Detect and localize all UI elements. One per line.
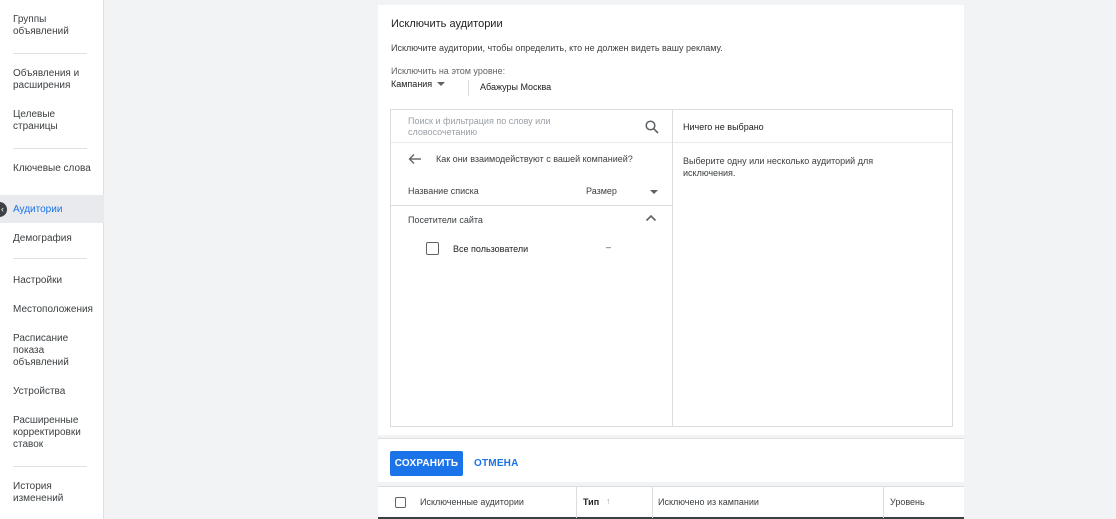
- audience-checkbox[interactable]: [426, 242, 439, 255]
- audience-browse-panel: Поиск и фильтрация по слову или словосоч…: [391, 110, 673, 426]
- column-separator: [883, 487, 884, 518]
- sidebar-item-locations[interactable]: Местоположения: [13, 304, 93, 316]
- dropdown-arrow-icon: [437, 82, 446, 86]
- sidebar-item-ad-groups[interactable]: Группы объявлений: [13, 14, 93, 38]
- card-title: Исключить аудитории: [391, 18, 503, 30]
- level-separator: [468, 80, 469, 96]
- audience-item-label: Все пользователи: [453, 244, 529, 254]
- sidebar-divider: [13, 258, 87, 259]
- card-description: Исключите аудитории, чтобы определить, к…: [391, 43, 723, 53]
- level-select-value: Кампания: [391, 79, 433, 89]
- search-icon[interactable]: [645, 120, 659, 134]
- save-button[interactable]: СОХРАНИТЬ: [390, 451, 463, 476]
- selected-audiences-panel: Ничего не выбрано Выберите одну или неск…: [673, 110, 952, 426]
- column-header-size[interactable]: Размер: [586, 186, 617, 196]
- sidebar-item-keywords[interactable]: Ключевые слова: [13, 163, 93, 175]
- sidebar-item-ads-extensions[interactable]: Объявления и расширения: [13, 68, 93, 92]
- sidebar-item-devices[interactable]: Устройства: [13, 386, 93, 398]
- back-navigation-row[interactable]: Как они взаимодействуют с вашей компание…: [391, 143, 672, 175]
- level-select[interactable]: Кампания: [391, 79, 446, 89]
- chevron-up-icon[interactable]: [645, 213, 657, 223]
- back-arrow-icon[interactable]: [408, 153, 422, 165]
- sidebar-item-advanced-bid-adjustments[interactable]: Расширенные корректировки ставок: [13, 415, 93, 451]
- sidebar-divider: [13, 53, 87, 54]
- sidebar-item-audiences[interactable]: Аудитории: [13, 204, 93, 216]
- divider: [673, 142, 952, 143]
- sidebar: Группы объявлений Объявления и расширени…: [0, 0, 104, 519]
- column-header-excluded-audiences[interactable]: Исключенные аудитории: [420, 497, 524, 507]
- sidebar-item-ad-schedule[interactable]: Расписание показа объявлений: [13, 333, 93, 369]
- search-input[interactable]: Поиск и фильтрация по слову или словосоч…: [408, 116, 608, 138]
- sidebar-item-demographics[interactable]: Демография: [13, 233, 93, 245]
- level-label: Исключить на этом уровне:: [391, 66, 506, 76]
- column-separator: [576, 487, 577, 518]
- column-header-excluded-from-campaign[interactable]: Исключено из кампании: [658, 497, 759, 507]
- category-title: Как они взаимодействуют с вашей компание…: [436, 154, 633, 164]
- sidebar-item-landing-pages[interactable]: Целевые страницы: [13, 109, 93, 133]
- divider: [391, 205, 672, 206]
- sidebar-item-settings[interactable]: Настройки: [13, 275, 93, 287]
- column-header-list-name: Название списка: [408, 186, 479, 196]
- cancel-button[interactable]: ОТМЕНА: [474, 451, 519, 476]
- audience-item-size: –: [606, 242, 612, 252]
- action-bar: СОХРАНИТЬ ОТМЕНА: [378, 438, 964, 482]
- sidebar-divider: [13, 148, 87, 149]
- audience-picker: Поиск и фильтрация по слову или словосоч…: [390, 109, 953, 427]
- sidebar-item-change-history[interactable]: История изменений: [13, 481, 93, 505]
- column-header-type[interactable]: Тип: [583, 497, 599, 507]
- selection-hint: Выберите одну или несколько аудиторий дл…: [683, 156, 874, 178]
- sort-ascending-icon[interactable]: ↑: [606, 496, 611, 506]
- campaign-name: Абажуры Москва: [480, 82, 552, 92]
- column-separator: [652, 487, 653, 518]
- selected-count-label: Ничего не выбрано: [683, 122, 764, 132]
- sidebar-divider: [13, 466, 87, 467]
- excluded-audiences-table-header: Исключенные аудитории Тип ↑ Исключено из…: [378, 486, 964, 519]
- dropdown-arrow-icon[interactable]: [650, 190, 658, 194]
- column-header-level[interactable]: Уровень: [890, 497, 925, 507]
- select-all-checkbox[interactable]: [395, 497, 406, 508]
- group-site-visitors[interactable]: Посетители сайта: [408, 215, 483, 225]
- exclude-audiences-card: Исключить аудитории Исключите аудитории,…: [378, 5, 964, 435]
